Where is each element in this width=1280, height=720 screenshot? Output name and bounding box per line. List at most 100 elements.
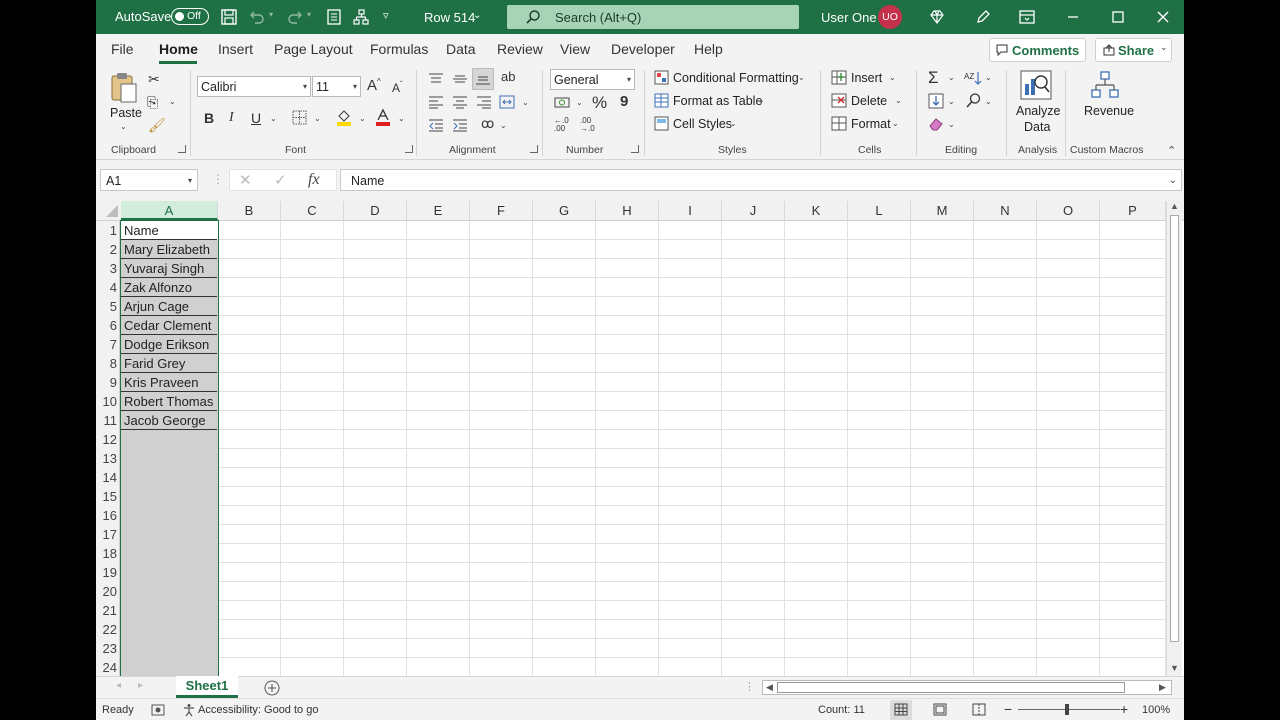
align-bottom-button[interactable] [472, 68, 494, 90]
tab-home[interactable]: Home [159, 41, 198, 57]
accessibility-icon[interactable] [182, 703, 196, 717]
align-top-icon[interactable] [428, 72, 444, 86]
decrease-indent-icon[interactable] [428, 118, 444, 132]
decrease-font-size-icon[interactable]: Aˇ [392, 81, 403, 95]
cell-a6[interactable]: Cedar Clement [121, 316, 217, 335]
column-header-c[interactable]: C [281, 201, 344, 220]
next-sheet-icon[interactable]: ▸ [138, 680, 143, 691]
format-cells-label[interactable]: Format [851, 117, 891, 131]
accounting-dropdown-icon[interactable]: ⌄ [576, 98, 583, 107]
font-size-select[interactable]: 11 ▾ [312, 76, 361, 97]
row-header-8[interactable]: 8 [96, 354, 120, 373]
number-format-select[interactable]: General ▾ [550, 69, 635, 90]
row-header-17[interactable]: 17 [96, 525, 120, 544]
row-header-5[interactable]: 5 [96, 297, 120, 316]
zoom-out-icon[interactable]: − [1004, 701, 1012, 717]
sort-filter-dropdown-icon[interactable]: ⌄ [985, 73, 992, 82]
zoom-level[interactable]: 100% [1142, 704, 1170, 716]
clear-icon[interactable] [928, 116, 944, 131]
column-header-a[interactable]: A [121, 201, 218, 220]
comments-button[interactable]: Comments [989, 38, 1086, 62]
copy-dropdown-icon[interactable]: ⌄ [169, 97, 176, 106]
paste-label[interactable]: Paste [110, 106, 142, 120]
page-break-view-icon[interactable] [972, 703, 986, 716]
tab-developer[interactable]: Developer [611, 41, 675, 57]
pen-icon[interactable] [974, 8, 992, 26]
number-launcher-icon[interactable] [631, 145, 639, 153]
row-header-12[interactable]: 12 [96, 430, 120, 449]
form-icon[interactable] [325, 8, 343, 26]
fill-color-dropdown-icon[interactable]: ⌄ [359, 114, 366, 123]
merge-dropdown-icon[interactable]: ⌄ [522, 98, 529, 107]
row-header-3[interactable]: 3 [96, 259, 120, 278]
row-header-18[interactable]: 18 [96, 544, 120, 563]
row-header-10[interactable]: 10 [96, 392, 120, 411]
ribbon-display-icon[interactable] [1018, 8, 1036, 26]
scroll-left-icon[interactable]: ◀ [766, 682, 773, 693]
cancel-entry-icon[interactable]: ✕ [239, 173, 252, 188]
confirm-entry-icon[interactable]: ✓ [274, 173, 287, 188]
minimize-icon[interactable] [1064, 8, 1082, 26]
row-header-16[interactable]: 16 [96, 506, 120, 525]
cell-a4[interactable]: Zak Alfonzo [121, 278, 217, 297]
column-header-i[interactable]: I [659, 201, 722, 220]
merge-center-icon[interactable] [499, 94, 515, 110]
vertical-scroll-thumb[interactable] [1170, 215, 1179, 642]
alignment-launcher-icon[interactable] [530, 145, 538, 153]
close-icon[interactable] [1154, 8, 1172, 26]
tab-splitter-icon[interactable]: ⋮ [744, 680, 755, 693]
search-box[interactable]: Search (Alt+Q) [507, 5, 799, 29]
column-header-o[interactable]: O [1037, 201, 1100, 220]
row-header-7[interactable]: 7 [96, 335, 120, 354]
cell-a11[interactable]: Jacob George [121, 411, 217, 430]
redo-icon[interactable] [286, 8, 304, 26]
tab-page-layout[interactable]: Page Layout [274, 41, 353, 57]
diamond-icon[interactable] [928, 8, 946, 26]
cell-a2[interactable]: Mary Elizabeth [121, 240, 217, 259]
cut-icon[interactable]: ✂ [148, 72, 160, 86]
decrease-decimal-icon[interactable]: .00 →.0 [580, 117, 595, 133]
tab-help[interactable]: Help [694, 41, 723, 57]
horizontal-scroll-thumb[interactable] [777, 682, 1125, 693]
collapse-ribbon-icon[interactable]: ⌃ [1167, 144, 1176, 157]
paste-icon[interactable] [110, 72, 138, 104]
conditional-formatting-dropdown-icon[interactable]: ⌄ [798, 73, 805, 82]
column-header-n[interactable]: N [974, 201, 1037, 220]
undo-dropdown-icon[interactable]: ▾ [269, 10, 273, 19]
paste-dropdown-icon[interactable]: ⌄ [120, 122, 127, 131]
row-header-24[interactable]: 24 [96, 658, 120, 677]
font-launcher-icon[interactable] [405, 145, 413, 153]
fill-icon[interactable] [928, 93, 944, 109]
more-options-icon[interactable]: ⋮ [212, 173, 224, 185]
cell-a3[interactable]: Yuvaraj Singh [121, 259, 217, 278]
tab-data[interactable]: Data [446, 41, 476, 57]
align-right-icon[interactable] [476, 95, 492, 109]
accessibility-status[interactable]: Accessibility: Good to go [198, 704, 318, 716]
row-header-2[interactable]: 2 [96, 240, 120, 259]
column-header-f[interactable]: F [470, 201, 533, 220]
format-painter-icon[interactable]: 🖌 [148, 118, 166, 132]
tab-review[interactable]: Review [497, 41, 543, 57]
scroll-down-icon[interactable]: ▼ [1170, 663, 1179, 673]
increase-font-size-icon[interactable]: A^ [367, 78, 381, 94]
cell-a5[interactable]: Arjun Cage [121, 297, 217, 316]
cell-a7[interactable]: Dodge Erikson [121, 335, 217, 354]
format-as-table-dropdown-icon[interactable]: ⌄ [758, 96, 765, 105]
add-sheet-icon[interactable] [264, 680, 280, 696]
row-header-13[interactable]: 13 [96, 449, 120, 468]
cell-a10[interactable]: Robert Thomas [121, 392, 217, 411]
underline-button[interactable]: U [251, 111, 261, 125]
column-header-m[interactable]: M [911, 201, 974, 220]
insert-cells-label[interactable]: Insert [851, 71, 882, 85]
column-header-d[interactable]: D [344, 201, 407, 220]
delete-dropdown-icon[interactable]: ⌄ [895, 96, 902, 105]
customize-toolbar-icon[interactable]: ▿ [383, 9, 389, 22]
font-color-icon[interactable] [375, 108, 391, 126]
insert-dropdown-icon[interactable]: ⌄ [889, 73, 896, 82]
tab-formulas[interactable]: Formulas [370, 41, 428, 57]
italic-button[interactable]: I [229, 111, 234, 125]
row-header-20[interactable]: 20 [96, 582, 120, 601]
analyze-data-label-2[interactable]: Data [1024, 120, 1050, 134]
increase-indent-icon[interactable] [452, 118, 468, 132]
row-header-19[interactable]: 19 [96, 563, 120, 582]
